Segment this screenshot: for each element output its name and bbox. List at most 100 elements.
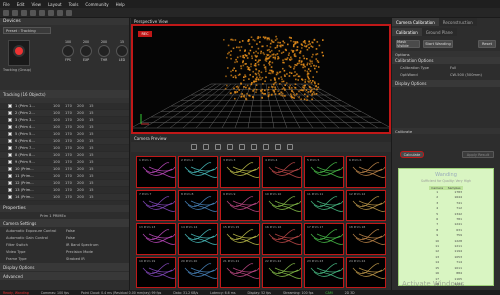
row-value[interactable]: 100 [53, 111, 65, 115]
row-value[interactable]: 15 [89, 153, 101, 157]
row-value[interactable]: 15 [89, 195, 101, 199]
row-value[interactable]: 170 [65, 125, 77, 129]
table-row[interactable]: 4 (Prim 4... 100 170 200 15 [0, 124, 129, 131]
property-row[interactable]: Filter Switch IR Band Spectrum [0, 241, 129, 248]
row-value[interactable]: 100 [53, 139, 65, 143]
menu-community[interactable]: Community [85, 2, 108, 7]
camera-preview-cell[interactable]: 19 Prim 19 [136, 256, 176, 288]
row-value[interactable]: 100 [53, 146, 65, 150]
row-value[interactable]: 100 [53, 174, 65, 178]
row-value[interactable]: 15 [89, 167, 101, 171]
row-value[interactable]: 170 [65, 167, 77, 171]
display-options-section[interactable]: Display Options [0, 263, 129, 271]
led-dial-icon[interactable] [116, 45, 128, 57]
menu-tools[interactable]: Tools [69, 2, 79, 7]
camera-preview-cell[interactable]: 16 Prim 16 [262, 223, 302, 255]
property-row[interactable]: Video Type Precision Mode [0, 248, 129, 255]
row-value[interactable]: 100 [53, 132, 65, 136]
row-value[interactable]: 200 [77, 146, 89, 150]
table-row[interactable]: 7 (Prim 7... 100 170 200 15 [0, 145, 129, 152]
row-value[interactable]: 200 [77, 118, 89, 122]
row-value[interactable]: 100 [53, 153, 65, 157]
camera-preview-cell[interactable]: 20 Prim 20 [178, 256, 218, 288]
row-value[interactable]: 170 [65, 132, 77, 136]
row-value[interactable]: 200 [77, 160, 89, 164]
row-checkbox[interactable] [8, 104, 12, 108]
row-value[interactable]: 100 [53, 195, 65, 199]
optiwand-row[interactable]: OptiWand CW-500 (500mm) [392, 71, 500, 78]
threshold-setting[interactable]: 200 THR [98, 40, 110, 62]
start-wanding-button[interactable]: Start Wanding [423, 40, 453, 48]
advanced-section[interactable]: Advanced [0, 272, 129, 280]
camera-preview-cell[interactable]: 15 Prim 15 [220, 223, 260, 255]
menu-view[interactable]: View [31, 2, 41, 7]
row-value[interactable]: 170 [65, 153, 77, 157]
table-row[interactable]: 5 (Prim 5... 100 170 200 15 [0, 131, 129, 138]
row-value[interactable]: 15 [89, 139, 101, 143]
threshold-dial-icon[interactable] [98, 45, 110, 57]
camera-settings-section[interactable]: Camera Settings [0, 219, 129, 227]
camera-preview-cell[interactable]: 6 Prim 6 [346, 156, 386, 188]
table-row[interactable]: 10 (Prim... 100 170 200 15 [0, 166, 129, 173]
camera-preview-cell[interactable]: 1 Prim 1 [136, 156, 176, 188]
row-checkbox[interactable] [8, 195, 12, 199]
camera-preview-cell[interactable]: 23 Prim 23 [304, 256, 344, 288]
camera-preview-cell[interactable]: 5 Prim 5 [304, 156, 344, 188]
exposure-dial-icon[interactable] [80, 45, 92, 57]
camera-preview-cell[interactable]: 9 Prim 9 [220, 189, 260, 221]
mask-visible-button[interactable]: Mask Visible [396, 40, 420, 48]
row-value[interactable]: 170 [65, 160, 77, 164]
row-checkbox[interactable] [8, 118, 12, 122]
status-mode[interactable]: 2D 3D [345, 291, 355, 295]
row-value[interactable]: 100 [53, 125, 65, 129]
overlay-icon[interactable] [239, 144, 245, 150]
apply-result-button[interactable]: Apply Result [462, 151, 494, 158]
row-value[interactable]: 200 [77, 153, 89, 157]
led-setting[interactable]: 15 LED [116, 40, 128, 62]
table-row[interactable]: 6 (Prim 6... 100 170 200 15 [0, 138, 129, 145]
table-row[interactable]: 3 (Prim 3... 100 170 200 15 [0, 117, 129, 124]
asset-icon[interactable] [57, 9, 63, 16]
row-checkbox[interactable] [8, 111, 12, 115]
preset-dropdown[interactable]: Preset : Tracking [3, 27, 51, 34]
tracking-header[interactable]: Tracking (16 Objects) [0, 90, 129, 98]
fps-setting[interactable]: 100 FPS [62, 40, 74, 62]
camera-preview-cell[interactable]: 13 Prim 13 [136, 223, 176, 255]
row-value[interactable]: 100 [53, 188, 65, 192]
fps-dial-icon[interactable] [62, 45, 74, 57]
row-value[interactable]: 200 [77, 188, 89, 192]
row-value[interactable]: 170 [65, 188, 77, 192]
camera-preview-cell[interactable]: 3 Prim 3 [220, 156, 260, 188]
row-value[interactable]: 15 [89, 160, 101, 164]
row-value[interactable]: 15 [89, 118, 101, 122]
help-icon[interactable] [66, 9, 72, 16]
property-value[interactable]: False [66, 229, 75, 233]
tab-reconstruction[interactable]: Reconstruction [438, 18, 477, 26]
table-row[interactable]: 12 (Prim... 100 170 200 15 [0, 180, 129, 187]
open-icon[interactable] [12, 9, 18, 16]
row-value[interactable]: 200 [77, 174, 89, 178]
property-value[interactable]: Strobed IR [66, 257, 85, 261]
row-value[interactable]: 100 [53, 160, 65, 164]
row-value[interactable]: 170 [65, 118, 77, 122]
subtab-ground-plane[interactable]: Ground Plane [421, 28, 457, 36]
markers-icon[interactable] [263, 144, 269, 150]
zoom-in-icon[interactable] [215, 144, 221, 150]
row-value[interactable]: 100 [53, 167, 65, 171]
tab-camera-calibration[interactable]: Camera Calibration [392, 18, 439, 26]
row-value[interactable]: 170 [65, 111, 77, 115]
settings-icon[interactable] [48, 9, 54, 16]
camera-preview-cell[interactable]: 22 Prim 22 [262, 256, 302, 288]
exposure-setting[interactable]: 200 EXP [80, 40, 92, 62]
view-single-icon[interactable] [203, 144, 209, 150]
row-value[interactable]: 100 [53, 104, 65, 108]
row-checkbox[interactable] [8, 139, 12, 143]
table-row[interactable]: 13 (Prim... 100 170 200 15 [0, 187, 129, 194]
camera-preview-cell[interactable]: 11 Prim 11 [304, 189, 344, 221]
camera-preview-cell[interactable]: 2 Prim 2 [178, 156, 218, 188]
row-value[interactable]: 200 [77, 111, 89, 115]
row-value[interactable]: 200 [77, 104, 89, 108]
calibration-options-section[interactable]: Calibration Options [392, 57, 500, 64]
row-value[interactable]: 15 [89, 146, 101, 150]
camera-preview-cell[interactable]: 8 Prim 8 [178, 189, 218, 221]
